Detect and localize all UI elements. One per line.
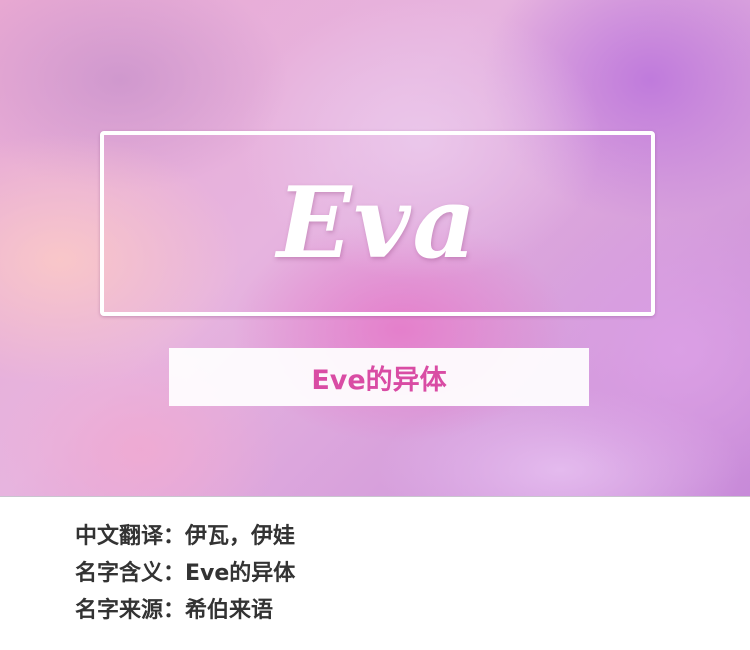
name-subtitle: Eve的异体 [311,364,447,396]
info-row-origin: 名字来源：希伯来语 [75,592,295,629]
hero-banner: Eva Eve的异体 [0,0,750,497]
info-row-meaning: 名字含义：Eve的异体 [75,555,295,592]
info-label: 中文翻译： [75,524,186,549]
info-label: 名字来源： [75,598,186,623]
info-row-translation: 中文翻译：伊瓦，伊娃 [75,518,295,555]
subtitle-bar: Eve的异体 [169,348,589,406]
info-value: 伊瓦，伊娃 [185,524,296,549]
info-value: 希伯来语 [185,598,274,623]
name-title: Eva [276,165,479,281]
info-section: 中文翻译：伊瓦，伊娃 名字含义：Eve的异体 名字来源：希伯来语 [75,518,295,629]
info-label: 名字含义： [75,561,186,586]
info-value: Eve的异体 [185,561,296,586]
